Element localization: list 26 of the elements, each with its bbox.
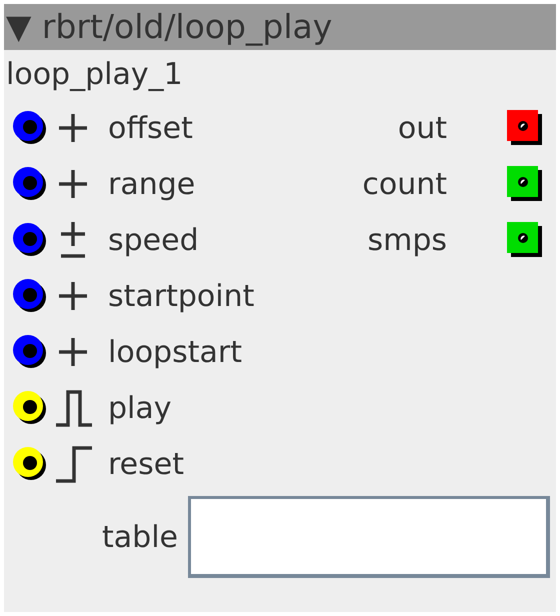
inlet-label: loopstart	[108, 334, 242, 372]
inlet-port[interactable]	[12, 446, 48, 482]
inlet-label: speed	[108, 222, 199, 260]
outlet-label: smps	[366, 222, 447, 260]
inlet-port[interactable]	[12, 278, 48, 314]
inlet-port[interactable]	[12, 222, 48, 258]
step-icon	[54, 444, 92, 484]
inlet-label: startpoint	[108, 278, 254, 316]
inlet-port[interactable]	[12, 390, 48, 426]
table-field[interactable]	[188, 496, 550, 578]
outlet-label: count	[361, 166, 447, 204]
window-title[interactable]: ▼ rbrt/old/loop_play	[4, 4, 556, 50]
inlet-label: play	[108, 390, 172, 428]
outlet-port[interactable]	[507, 110, 543, 146]
inlet-port[interactable]	[12, 334, 48, 370]
pulse-icon	[54, 388, 92, 428]
inlet-port[interactable]	[12, 166, 48, 202]
table-label: table	[101, 518, 178, 556]
node-name: loop_play_1	[5, 56, 184, 94]
inlet-label: reset	[108, 446, 184, 484]
inlet-label: offset	[108, 110, 193, 148]
outlet-label: out	[396, 110, 447, 148]
inlet-port[interactable]	[12, 110, 48, 146]
outlet-port[interactable]	[507, 166, 543, 202]
inlet-label: range	[108, 166, 196, 204]
outlet-port[interactable]	[507, 222, 543, 258]
